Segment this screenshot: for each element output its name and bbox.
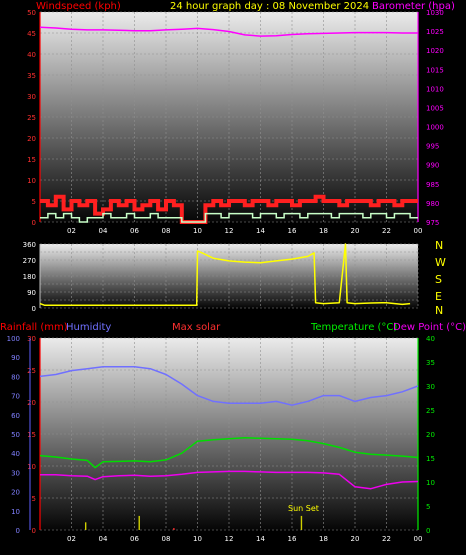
bot-xtick-18: 18 <box>319 535 328 543</box>
rain-ytick-5: 5 <box>32 495 36 503</box>
wind-ytick-15: 15 <box>27 156 36 164</box>
top-xtick-20: 20 <box>351 227 360 235</box>
compass-w: W <box>435 256 446 269</box>
dir-ytick-90: 90 <box>27 289 36 297</box>
wind-ytick-25: 25 <box>27 114 36 122</box>
temp-ytick-20: 20 <box>426 431 435 439</box>
baro-ytick-985: 985 <box>426 181 439 189</box>
weather-graph: Windspeed (kph) 24 hour graph day : 08 N… <box>0 1 466 543</box>
top-xtick-16: 16 <box>288 227 297 235</box>
top-xtick-06: 06 <box>130 227 139 235</box>
hum-ytick-20: 20 <box>11 489 20 497</box>
top-xtick-14: 14 <box>256 227 265 235</box>
sun-set-label: Sun Set <box>288 504 319 513</box>
baro-ytick-1025: 1025 <box>426 28 444 36</box>
rain-ytick-25: 25 <box>27 367 36 375</box>
temp-ytick-25: 25 <box>426 407 435 415</box>
rainfall-axis-label: Rainfall (mm) <box>0 322 68 333</box>
compass-e: E <box>435 290 442 303</box>
baro-ytick-1000: 1000 <box>426 124 444 132</box>
hum-ytick-80: 80 <box>11 373 20 381</box>
rain-ytick-0: 0 <box>32 527 36 535</box>
temp-ytick-0: 0 <box>426 527 430 535</box>
hum-ytick-90: 90 <box>11 354 20 362</box>
compass-s: S <box>435 273 442 286</box>
hum-ytick-50: 50 <box>11 431 20 439</box>
baro-ytick-995: 995 <box>426 143 439 151</box>
wind-ytick-35: 35 <box>27 72 36 80</box>
hum-ytick-60: 60 <box>11 412 20 420</box>
rain-ytick-20: 20 <box>27 399 36 407</box>
wind-ytick-10: 10 <box>27 177 36 185</box>
bot-xtick-06: 06 <box>130 535 139 543</box>
baro-ytick-975: 975 <box>426 219 439 227</box>
wind-ytick-45: 45 <box>27 30 36 38</box>
top-xtick-04: 04 <box>99 227 108 235</box>
temperature-axis-label: Temperature (°C) <box>310 322 397 333</box>
bot-xtick-02: 02 <box>67 535 76 543</box>
wind-ytick-40: 40 <box>27 51 36 59</box>
hum-ytick-70: 70 <box>11 393 20 401</box>
wind-ytick-20: 20 <box>27 135 36 143</box>
top-xtick-02: 02 <box>67 227 76 235</box>
dir-ytick-270: 270 <box>23 257 36 265</box>
baro-ytick-1010: 1010 <box>426 85 444 93</box>
baro-ytick-990: 990 <box>426 162 439 170</box>
hum-ytick-30: 30 <box>11 469 20 477</box>
wind-ytick-0: 0 <box>32 219 36 227</box>
dir-ytick-180: 180 <box>23 273 36 281</box>
bot-xtick-16: 16 <box>288 535 297 543</box>
wind-ytick-30: 30 <box>27 93 36 101</box>
temp-ytick-15: 15 <box>426 455 435 463</box>
baro-ytick-1020: 1020 <box>426 47 444 55</box>
top-xtick-10: 10 <box>193 227 202 235</box>
compass-n-top: N <box>435 239 443 252</box>
top-xtick-08: 08 <box>162 227 171 235</box>
humidity-label: Humidity <box>66 322 111 333</box>
hum-ytick-100: 100 <box>7 335 20 343</box>
temp-ytick-10: 10 <box>426 479 435 487</box>
bot-xtick-10: 10 <box>193 535 202 543</box>
baro-ytick-1030: 1030 <box>426 9 444 17</box>
wind-ytick-50: 50 <box>27 9 36 17</box>
bot-xtick-08: 08 <box>162 535 171 543</box>
max-solar-label: Max solar <box>172 322 221 333</box>
baro-ytick-1005: 1005 <box>426 104 444 112</box>
bot-xtick-22: 22 <box>382 535 391 543</box>
hum-ytick-10: 10 <box>11 508 20 516</box>
baro-ytick-980: 980 <box>426 200 439 208</box>
bot-xtick-20: 20 <box>351 535 360 543</box>
bot-xtick-04: 04 <box>99 535 108 543</box>
bot-xtick-12: 12 <box>225 535 234 543</box>
windspeed-axis-label: Windspeed (kph) <box>36 1 121 12</box>
dir-ytick-360: 360 <box>23 241 36 249</box>
dir-ytick-0: 0 <box>32 305 36 313</box>
rain-ytick-15: 15 <box>27 431 36 439</box>
compass-n-bottom: N <box>435 304 443 317</box>
top-xtick-22: 22 <box>382 227 391 235</box>
rain-ytick-30: 30 <box>27 335 36 343</box>
top-xtick-00: 00 <box>414 227 423 235</box>
wind-ytick-5: 5 <box>32 198 36 206</box>
temp-ytick-40: 40 <box>426 335 435 343</box>
dew-point-axis-label: Dew Point (°C) <box>393 322 466 333</box>
bot-xtick-14: 14 <box>256 535 265 543</box>
hum-ytick-0: 0 <box>16 527 20 535</box>
temp-ytick-35: 35 <box>426 359 435 367</box>
top-xtick-18: 18 <box>319 227 328 235</box>
bot-xtick-00: 00 <box>414 535 423 543</box>
top-xtick-12: 12 <box>225 227 234 235</box>
baro-ytick-1015: 1015 <box>426 66 444 74</box>
temp-ytick-30: 30 <box>426 383 435 391</box>
temp-ytick-5: 5 <box>426 503 430 511</box>
graph-title: 24 hour graph day : 08 November 2024 <box>170 1 369 12</box>
rain-ytick-10: 10 <box>27 463 36 471</box>
hum-ytick-40: 40 <box>11 450 20 458</box>
